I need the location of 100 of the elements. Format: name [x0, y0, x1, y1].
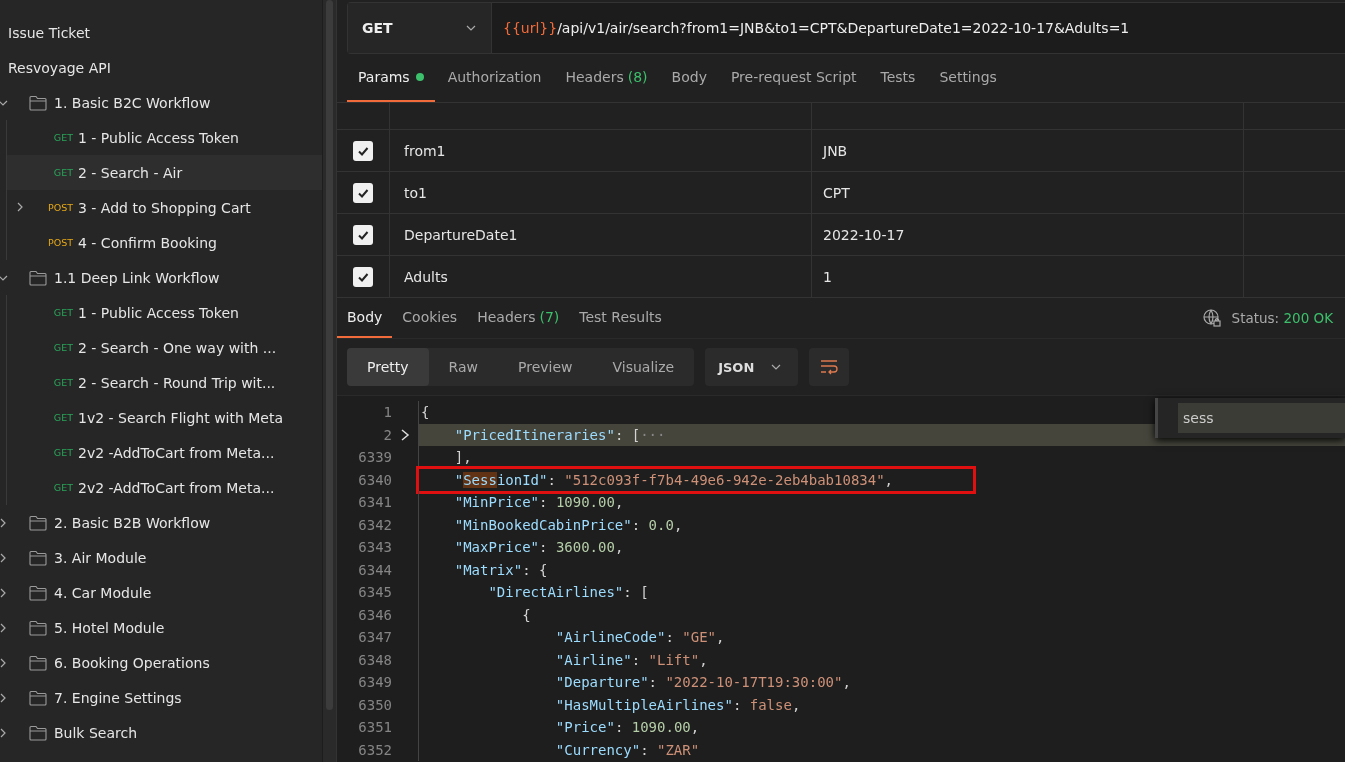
folder-name[interactable]: 1.1 Deep Link Workflow	[54, 269, 220, 286]
response-tab[interactable]: Headers (7)	[467, 298, 570, 338]
folder-name[interactable]: 7. Engine Settings	[54, 689, 182, 706]
view-mode-tab[interactable]: Visualize	[592, 348, 695, 386]
wrap-icon	[819, 358, 840, 376]
folder-icon	[29, 94, 47, 111]
folder-icon	[29, 724, 47, 741]
request-tab[interactable]: Headers (8)	[554, 54, 659, 102]
code-line: "MinBookedCabinPrice": 0.0,	[453, 515, 684, 534]
request-item[interactable]: GET 1v2 - Search Flight with Meta	[7, 400, 322, 435]
collection-name[interactable]: Issue Ticket	[8, 24, 91, 41]
line-number: 6345	[357, 584, 392, 601]
line-number: 6342	[357, 516, 392, 533]
code-line: "Departure": "2022-10-17T19:30:00",	[554, 673, 852, 692]
response-tab[interactable]: Body	[337, 298, 393, 338]
code-line: ],	[453, 448, 473, 467]
format-dropdown[interactable]: JSON	[705, 348, 799, 386]
response-tab[interactable]: Test Results	[569, 298, 672, 338]
wrap-button[interactable]	[809, 348, 850, 386]
code-line: "Currency": "ZAR"	[554, 740, 701, 759]
checkbox[interactable]	[353, 182, 373, 203]
chevron-icon[interactable]	[0, 692, 8, 703]
param-key: DepartureDate1	[404, 226, 518, 243]
status-text: Status: 200 OK	[1231, 310, 1333, 326]
code-line: "DirectAirlines": [	[487, 583, 650, 602]
folder-icon	[29, 654, 47, 671]
code-line: "PricedItineraries": [···	[453, 425, 667, 444]
request-item[interactable]: GET 2v2 -AddToCart from Meta...	[7, 435, 322, 470]
chevron-icon[interactable]	[0, 587, 8, 598]
chevron-icon[interactable]	[15, 202, 25, 212]
folder-icon	[29, 689, 47, 706]
globe-lock-icon[interactable]	[1201, 308, 1222, 328]
line-number: 6349	[357, 674, 392, 691]
chevron-icon[interactable]	[0, 622, 8, 633]
line-number: 2	[382, 426, 392, 443]
folder-icon	[29, 269, 47, 286]
folder-icon	[29, 584, 47, 601]
line-number: 6351	[357, 719, 392, 736]
request-item[interactable]: GET 2 - Search - Air	[7, 155, 322, 190]
checkbox[interactable]	[353, 224, 373, 245]
param-key: from1	[404, 142, 446, 159]
code-line: "AirlineCode": "GE",	[554, 628, 726, 647]
folder-name[interactable]: 1. Basic B2C Workflow	[54, 94, 211, 111]
folder-icon	[29, 514, 47, 531]
folder-name[interactable]: Bulk Search	[54, 724, 138, 741]
folder-name[interactable]: 5. Hotel Module	[54, 619, 165, 636]
line-number: 6346	[357, 606, 392, 623]
collection-name[interactable]: Resvoyage API	[8, 59, 111, 76]
request-item[interactable]: GET 2 - Search - Round Trip wit...	[7, 365, 322, 400]
code-line: "SessionId": "512c093f-f7b4-49e6-942e-2eb4bab10834",	[419, 468, 974, 491]
code-line: {	[521, 605, 532, 624]
line-number: 6348	[357, 651, 392, 668]
code-line: "Price": 1090.00,	[554, 718, 701, 737]
request-tab[interactable]: Settings	[928, 54, 1008, 102]
fold-chevron-icon[interactable]	[400, 427, 410, 442]
folder-name[interactable]: 3. Air Module	[54, 549, 147, 566]
line-number: 6344	[357, 561, 392, 578]
view-mode-tab[interactable]: Pretty	[347, 348, 429, 386]
chevron-icon[interactable]	[0, 657, 8, 668]
request-item[interactable]: POST 4 - Confirm Booking	[7, 225, 322, 260]
response-tab[interactable]: Cookies	[392, 298, 468, 338]
param-value: 2022-10-17	[823, 226, 905, 243]
param-key: to1	[404, 184, 427, 201]
line-number: 6339	[357, 449, 392, 466]
chevron-icon[interactable]	[0, 727, 8, 738]
checkbox[interactable]	[353, 266, 373, 287]
line-number: 6350	[357, 696, 392, 713]
param-value: 1	[823, 268, 832, 285]
checkbox[interactable]	[353, 140, 373, 161]
request-tab[interactable]: Body	[660, 54, 718, 102]
request-tab[interactable]: Pre-request Script	[719, 54, 868, 102]
code-line: "MinPrice": 1090.00,	[453, 493, 625, 512]
folder-icon	[29, 619, 47, 636]
param-value: JNB	[823, 142, 848, 159]
folder-name[interactable]: 6. Booking Operations	[54, 654, 210, 671]
folder-name[interactable]: 4. Car Module	[54, 584, 152, 601]
chevron-icon[interactable]	[0, 552, 8, 563]
line-number: 1	[382, 404, 392, 421]
request-tab[interactable]: Params	[347, 54, 435, 102]
line-number: 6352	[357, 741, 392, 758]
line-number: 6347	[357, 629, 392, 646]
view-mode-tab[interactable]: Raw	[428, 348, 498, 386]
request-item[interactable]: GET 1 - Public Access Token	[7, 120, 322, 155]
request-tab[interactable]: Tests	[869, 54, 927, 102]
line-number: 6343	[357, 539, 392, 556]
request-item[interactable]: GET 1 - Public Access Token	[7, 295, 322, 330]
chevron-icon[interactable]	[0, 517, 8, 528]
code-line: {	[420, 403, 431, 422]
line-number: 6340	[357, 471, 392, 488]
find-field[interactable]: sess	[1178, 403, 1345, 433]
request-item[interactable]: POST 3 - Add to Shopping Cart	[7, 190, 322, 225]
view-mode-tab[interactable]: Preview	[498, 348, 593, 386]
request-item[interactable]: GET 2 - Search - One way with ...	[7, 330, 322, 365]
folder-icon	[29, 549, 47, 566]
param-key: Adults	[404, 268, 448, 285]
folder-name[interactable]: 2. Basic B2B Workflow	[54, 514, 211, 531]
line-number: 6341	[357, 494, 392, 511]
request-tab[interactable]: Authorization	[436, 54, 553, 102]
code-line: "HasMultipleAirlines": false,	[554, 695, 802, 714]
request-item[interactable]: GET 2v2 -AddToCart from Meta...	[7, 470, 322, 505]
